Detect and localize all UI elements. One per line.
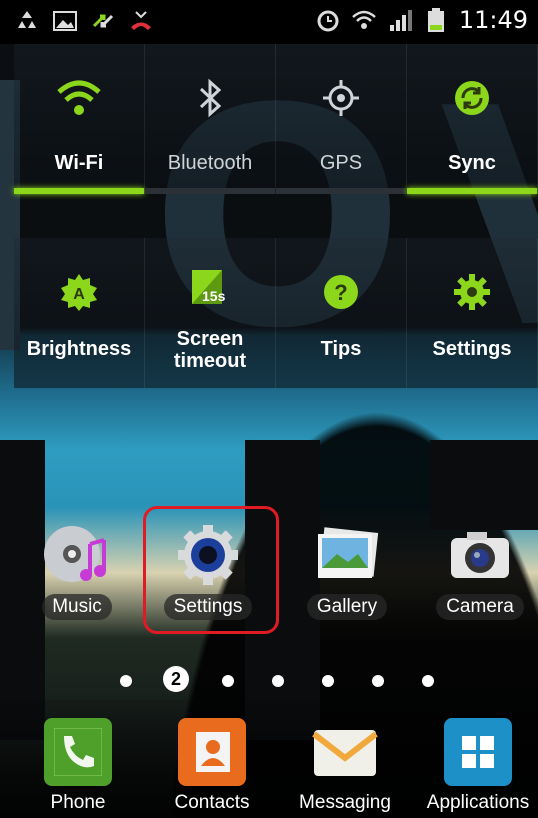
phone-icon xyxy=(44,718,112,786)
screen-timeout-icon: 15s xyxy=(188,268,232,308)
gallery-icon xyxy=(52,8,78,34)
svg-text:A: A xyxy=(73,286,85,303)
wifi-icon xyxy=(56,78,102,123)
tips-icon: ? xyxy=(321,272,361,317)
phone-label: Phone xyxy=(50,792,106,813)
page-dot[interactable] xyxy=(372,675,384,687)
camera-label: Camera xyxy=(436,594,524,620)
messaging-icon xyxy=(311,718,379,786)
applications-icon xyxy=(444,718,512,786)
page-dot[interactable] xyxy=(222,675,234,687)
settings-highlight-box xyxy=(143,506,279,634)
page-indicator: 2 xyxy=(0,666,538,694)
page-dot[interactable] xyxy=(120,675,132,687)
recycle-icon xyxy=(14,8,40,34)
sync-icon xyxy=(452,78,492,123)
bluetooth-label: Bluetooth xyxy=(167,152,253,174)
gallery-app[interactable]: Gallery xyxy=(292,524,402,620)
page-dot[interactable] xyxy=(422,675,434,687)
gps-status-bar xyxy=(276,188,406,194)
brightness-button[interactable]: A Brightness xyxy=(14,238,145,388)
quick-settings-panel: Wi-Fi Bluetooth GPS Sync A Brightness 15… xyxy=(0,44,538,388)
screen-timeout-badge: 15s xyxy=(202,288,226,304)
sync-label: Sync xyxy=(448,152,496,174)
gps-icon xyxy=(321,78,361,123)
battery-icon xyxy=(423,7,449,33)
settings-gear-icon xyxy=(452,272,492,317)
alarm-icon xyxy=(315,7,341,33)
gallery-icon xyxy=(292,524,402,586)
gps-label: GPS xyxy=(319,152,363,174)
music-icon xyxy=(22,524,132,586)
gallery-label: Gallery xyxy=(306,594,388,620)
home-screen: O V xyxy=(0,0,538,818)
bluetooth-icon xyxy=(195,78,225,123)
clock: 11:49 xyxy=(458,6,528,34)
messaging-label: Messaging xyxy=(299,792,391,813)
tips-button[interactable]: ? Tips xyxy=(276,238,407,388)
page-dot[interactable] xyxy=(272,675,284,687)
signal-icon xyxy=(387,7,413,33)
bluetooth-toggle[interactable]: Bluetooth xyxy=(145,44,276,194)
wifi-toggle[interactable]: Wi-Fi xyxy=(14,44,145,194)
page-dot[interactable] xyxy=(322,675,334,687)
sync-toggle[interactable]: Sync xyxy=(407,44,538,194)
camera-icon xyxy=(425,524,535,586)
quick-toggles-row: Wi-Fi Bluetooth GPS Sync xyxy=(14,44,538,194)
contacts-app[interactable]: Contacts xyxy=(152,700,272,814)
wifi-label: Wi-Fi xyxy=(54,152,104,174)
transfer-icon xyxy=(90,8,116,34)
dock: Phone Contacts Messaging Applications xyxy=(0,700,538,818)
brightness-label: Brightness xyxy=(26,338,132,360)
quick-settings-button[interactable]: Settings xyxy=(407,238,538,388)
sync-status-bar xyxy=(407,188,537,194)
music-app[interactable]: Music xyxy=(22,524,132,620)
bluetooth-status-bar xyxy=(145,188,275,194)
status-bar: 11:49 xyxy=(0,0,538,44)
quick-shortcuts-row: A Brightness 15s Screen timeout ? Tips S… xyxy=(14,238,538,388)
missed-call-icon xyxy=(128,8,154,34)
screen-timeout-label: Screen timeout xyxy=(173,328,247,372)
screen-timeout-button[interactable]: 15s Screen timeout xyxy=(145,238,276,388)
phone-app[interactable]: Phone xyxy=(18,700,138,814)
wifi-icon xyxy=(351,7,377,33)
gps-toggle[interactable]: GPS xyxy=(276,44,407,194)
contacts-label: Contacts xyxy=(174,792,250,813)
applications-app[interactable]: Applications xyxy=(418,700,538,814)
camera-app[interactable]: Camera xyxy=(425,524,535,620)
current-page-indicator[interactable]: 2 xyxy=(163,666,189,692)
messaging-app[interactable]: Messaging xyxy=(285,700,405,814)
tips-label: Tips xyxy=(320,338,362,360)
quick-settings-label: Settings xyxy=(432,338,512,360)
contacts-icon xyxy=(178,718,246,786)
applications-label: Applications xyxy=(426,792,530,813)
music-label: Music xyxy=(42,594,112,620)
wifi-status-bar xyxy=(14,188,144,194)
svg-text:?: ? xyxy=(334,280,347,305)
brightness-icon: A xyxy=(59,272,99,317)
